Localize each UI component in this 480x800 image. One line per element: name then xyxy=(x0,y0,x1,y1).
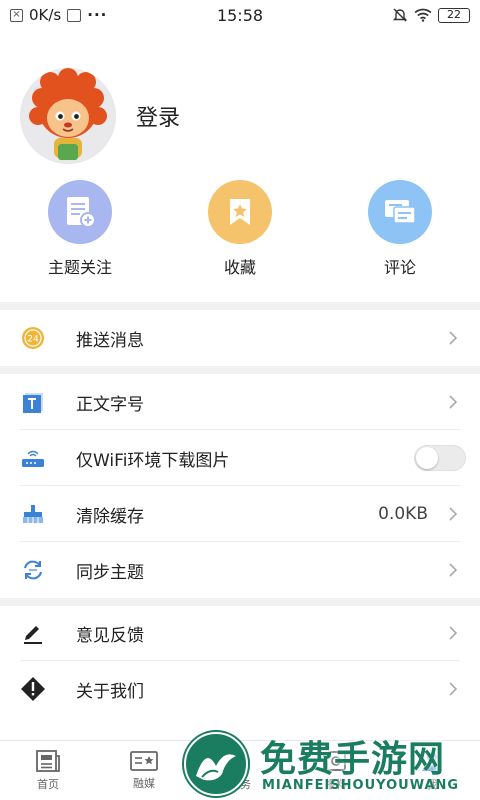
battery-indicator: 22 xyxy=(438,7,470,23)
about-row[interactable]: 关于我们 xyxy=(0,661,480,717)
feedback-row[interactable]: 意见反馈 xyxy=(0,605,480,661)
notification-app-icon xyxy=(67,8,82,22)
chevron-right-icon xyxy=(449,626,458,640)
comment-label: 评论 xyxy=(383,258,416,277)
wifi-only-toggle[interactable] xyxy=(414,445,466,471)
section-divider xyxy=(0,366,480,374)
push-messages-row[interactable]: 24 推送消息 xyxy=(0,310,480,366)
sync-topics-row[interactable]: 同步主题 xyxy=(0,542,480,598)
bookmark-icon xyxy=(208,180,272,244)
chevron-right-icon xyxy=(449,563,458,577)
nav-me-label: 我 xyxy=(426,778,438,791)
nav-media[interactable]: 融媒 xyxy=(96,741,192,800)
font-size-row[interactable]: 正文字号 xyxy=(0,374,480,430)
nav-service[interactable]: 服务 xyxy=(192,741,288,800)
feedback-label: 意见反馈 xyxy=(76,625,144,646)
wifi-only-row: 仅WiFi环境下载图片 xyxy=(0,430,480,486)
me-icon xyxy=(422,752,442,771)
comment-button[interactable]: 评论 xyxy=(340,180,460,278)
report-icon xyxy=(326,751,346,771)
cache-size-value: 0.0KB xyxy=(378,504,428,524)
font-size-label: 正文字号 xyxy=(76,394,144,415)
section-divider xyxy=(0,302,480,310)
router-icon xyxy=(20,445,46,471)
wifi-icon xyxy=(414,8,432,22)
edit-pencil-icon xyxy=(20,620,46,646)
nav-home-label: 首页 xyxy=(37,778,59,791)
network-speed: 0K/s xyxy=(29,6,62,24)
more-notifications-icon: ··· xyxy=(87,6,108,24)
chevron-right-icon xyxy=(449,331,458,345)
chevron-right-icon xyxy=(449,682,458,696)
push-badge-count: 24 xyxy=(27,335,39,345)
push-badge-icon: 24 xyxy=(20,325,46,351)
clear-cache-row[interactable]: 清除缓存 0.0KB xyxy=(0,486,480,542)
lion-mascot-icon xyxy=(20,68,116,164)
nav-service-label: 服务 xyxy=(229,778,251,791)
nav-report[interactable]: 报料 xyxy=(288,741,384,800)
broom-icon xyxy=(20,501,46,527)
login-button[interactable]: 登录 xyxy=(136,100,180,132)
bookmark-label: 收藏 xyxy=(223,258,256,277)
service-icon xyxy=(230,751,250,771)
about-label: 关于我们 xyxy=(76,681,144,702)
status-bar: × 0K/s ··· 15:58 22 xyxy=(0,0,480,30)
mute-bell-icon xyxy=(392,8,408,22)
bookmark-button[interactable]: 收藏 xyxy=(180,180,300,278)
info-diamond-icon xyxy=(20,676,46,702)
profile-header[interactable]: 登录 xyxy=(20,68,180,164)
font-size-icon xyxy=(20,389,46,415)
bottom-nav: 首页 融媒 服务 报料 我 xyxy=(0,740,480,800)
avatar[interactable] xyxy=(20,68,116,164)
nav-media-label: 融媒 xyxy=(133,777,155,790)
sync-icon xyxy=(20,557,46,583)
comment-icon xyxy=(368,180,432,244)
topic-follow-button[interactable]: 主题关注 xyxy=(20,180,140,278)
topic-follow-icon xyxy=(48,180,112,244)
nav-home[interactable]: 首页 xyxy=(0,741,96,800)
media-card-icon xyxy=(130,751,158,771)
topic-follow-label: 主题关注 xyxy=(47,258,112,277)
quick-actions: 主题关注 收藏 评论 xyxy=(0,180,480,280)
clear-cache-label: 清除缓存 xyxy=(76,506,144,527)
nav-me[interactable]: 我 xyxy=(384,741,480,800)
home-news-icon xyxy=(36,750,60,772)
close-notification-icon: × xyxy=(10,8,23,22)
toggle-knob xyxy=(416,447,438,469)
push-messages-label: 推送消息 xyxy=(76,330,144,351)
chevron-right-icon xyxy=(449,395,458,409)
nav-report-label: 报料 xyxy=(325,778,347,791)
sync-topics-label: 同步主题 xyxy=(76,562,144,583)
chevron-right-icon xyxy=(449,507,458,521)
wifi-only-label: 仅WiFi环境下载图片 xyxy=(76,450,230,471)
